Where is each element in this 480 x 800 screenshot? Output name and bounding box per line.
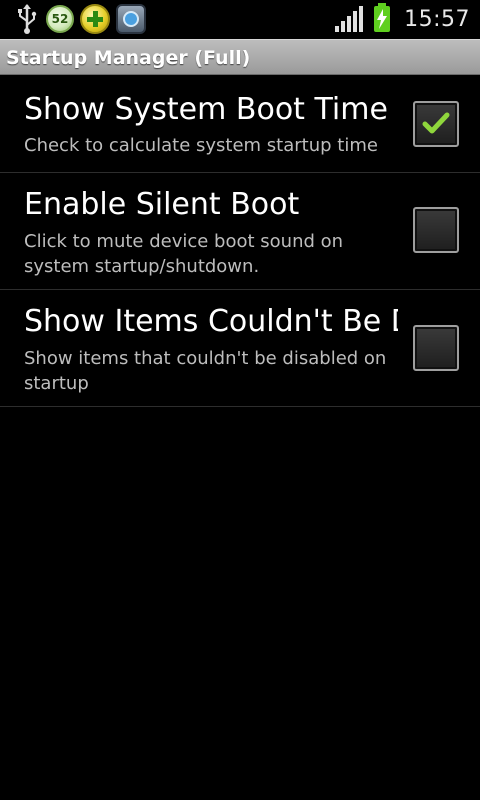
check-icon (422, 112, 450, 134)
title-bar: Startup Manager (Full) (0, 39, 480, 75)
boot-time-checkbox[interactable] (413, 101, 459, 147)
pref-title: Enable Silent Boot (24, 187, 300, 222)
pref-summary: Show items that couldn't be disabled on … (24, 348, 387, 394)
pref-show-system-boot-time[interactable]: Show System Boot Time Check to calculate… (0, 76, 480, 173)
pref-show-undisableable-items[interactable]: Show Items Couldn't Be Disabled Show ite… (0, 290, 480, 407)
show-items-checkbox[interactable] (413, 325, 459, 371)
notification-count: 52 (51, 12, 69, 26)
battery-charging-icon (374, 3, 391, 32)
status-bar: 52 15:57 (0, 0, 480, 38)
add-icon (80, 4, 110, 34)
pref-summary: Click to mute device boot sound on syste… (24, 231, 344, 277)
status-time: 15:57 (404, 6, 470, 32)
pref-summary: Check to calculate system startup time (24, 135, 378, 156)
usb-icon (18, 4, 37, 34)
pref-enable-silent-boot[interactable]: Enable Silent Boot Click to mute device … (0, 173, 480, 290)
pref-title: Show System Boot Time (24, 92, 388, 127)
shield-icon (116, 4, 146, 34)
task-killer-icon: 52 (46, 5, 74, 33)
app-title: Startup Manager (Full) (6, 47, 251, 69)
silent-boot-checkbox[interactable] (413, 207, 459, 253)
signal-icon (335, 6, 364, 32)
pref-title: Show Items Couldn't Be Disabled (24, 304, 398, 339)
system-icons: 15:57 (334, 3, 470, 35)
notification-icons: 52 (14, 3, 146, 35)
